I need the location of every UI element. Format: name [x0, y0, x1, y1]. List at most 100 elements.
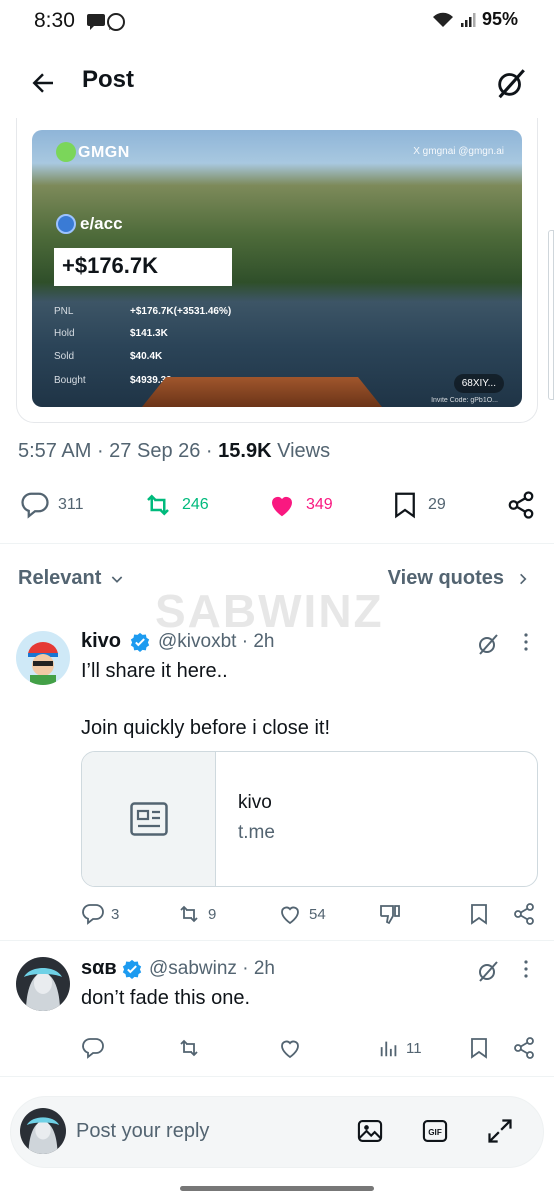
- back-button[interactable]: [28, 68, 58, 98]
- repost-count: 9: [208, 905, 217, 923]
- battery-level: 95%: [481, 9, 518, 29]
- divider: [0, 940, 554, 941]
- views-count: 11: [406, 1039, 422, 1057]
- views-button[interactable]: 11: [378, 1036, 422, 1060]
- media-account: e/acc: [80, 214, 123, 233]
- repost-count: 246: [182, 496, 209, 513]
- pnl-headline: +$176.7K: [54, 248, 232, 286]
- grok-icon: [479, 634, 498, 655]
- media-brand: GMGN: [78, 144, 130, 161]
- share-icon: [514, 1037, 534, 1059]
- share-icon: [514, 903, 534, 925]
- reply-input[interactable]: Post your reply: [76, 1120, 209, 1143]
- reply-author-name[interactable]: sαв: [81, 957, 117, 980]
- reply-count: 311: [58, 496, 84, 513]
- link-thumbnail: [82, 752, 216, 886]
- stat-label: PNL: [54, 306, 74, 317]
- grok-button[interactable]: [476, 632, 500, 656]
- add-gif-button[interactable]: GIF: [421, 1117, 449, 1145]
- downvote-button[interactable]: [378, 902, 402, 926]
- heart-icon: [281, 1040, 299, 1059]
- like-button[interactable]: [277, 1036, 303, 1060]
- chevron-down-icon: [112, 575, 123, 583]
- reply-author-name[interactable]: kivo: [81, 630, 121, 653]
- views-label: Views: [277, 440, 331, 462]
- post-date: 27 Sep 26: [109, 440, 201, 462]
- bar-chart-icon: [380, 1041, 397, 1057]
- reply-button[interactable]: 3: [81, 902, 119, 926]
- reply-button[interactable]: 311: [20, 490, 84, 520]
- grok-icon: [498, 69, 525, 99]
- wifi-icon: [432, 12, 454, 28]
- bookmark-icon: [471, 1038, 487, 1059]
- link-domain: t.me: [238, 822, 275, 843]
- gif-icon: GIF: [422, 1120, 448, 1142]
- expand-icon: [488, 1119, 512, 1143]
- thumbs-down-icon: [380, 905, 400, 925]
- share-icon: [508, 491, 534, 519]
- post-image[interactable]: GMGN X gmgnai @gmgn.ai e/acc +$176.7K PN…: [32, 130, 522, 407]
- stat-value: $40.4K: [130, 351, 163, 362]
- divider: [0, 1076, 554, 1077]
- repost-icon: [180, 1039, 198, 1057]
- sort-label: Relevant: [18, 567, 102, 589]
- like-button[interactable]: 349: [266, 490, 333, 520]
- bookmark-button[interactable]: [467, 902, 491, 926]
- grok-button[interactable]: [476, 959, 500, 983]
- reply-button[interactable]: [81, 1036, 105, 1060]
- reply-time: 2h: [253, 958, 275, 979]
- view-quotes-link[interactable]: View quotes: [388, 567, 530, 590]
- account-avatar: [56, 214, 76, 234]
- chevron-right-icon: [520, 573, 527, 584]
- heart-icon: [281, 906, 299, 925]
- repost-button[interactable]: 246: [142, 490, 209, 520]
- reply-text: I’ll share it here..: [81, 660, 228, 682]
- reply-handle: @kivoxbt · 2h: [158, 631, 275, 652]
- home-indicator[interactable]: [180, 1186, 374, 1191]
- sort-dropdown[interactable]: Relevant: [18, 567, 125, 590]
- stat-value: $141.3K: [130, 328, 168, 339]
- bookmark-button[interactable]: 29: [390, 490, 446, 520]
- stat-label: Sold: [54, 351, 75, 362]
- reply-icon: [21, 492, 49, 519]
- share-button[interactable]: [512, 1036, 536, 1060]
- more-vertical-icon: [524, 633, 528, 651]
- gmgn-logo: [56, 142, 76, 162]
- media-handles: X gmgnai @gmgn.ai: [413, 146, 504, 157]
- repost-button[interactable]: 9: [176, 902, 216, 926]
- verified-badge-icon: [130, 632, 150, 652]
- chat-icon: [86, 12, 126, 32]
- grok-button[interactable]: [494, 66, 528, 100]
- repost-icon: [147, 494, 169, 516]
- scrollbar[interactable]: [548, 230, 554, 400]
- bookmark-icon: [471, 904, 487, 925]
- bookmark-count: 29: [428, 496, 446, 513]
- add-image-button[interactable]: [356, 1117, 384, 1145]
- avatar[interactable]: [16, 631, 70, 685]
- like-count: 54: [309, 905, 326, 923]
- status-indicators: 95%: [432, 9, 518, 30]
- reply-text: don’t fade this one.: [81, 987, 251, 1009]
- share-button[interactable]: [512, 902, 536, 926]
- link-preview-card[interactable]: kivo t.me: [81, 751, 538, 887]
- like-button[interactable]: 54: [277, 902, 326, 926]
- share-button[interactable]: [506, 490, 536, 520]
- image-icon: [357, 1120, 383, 1142]
- reply-time: 2h: [253, 631, 275, 652]
- svg-text:GIF: GIF: [428, 1128, 442, 1137]
- article-icon: [130, 802, 168, 836]
- avatar[interactable]: [16, 957, 70, 1011]
- bookmark-button[interactable]: [467, 1036, 491, 1060]
- stat-label: Hold: [54, 328, 75, 339]
- bookmark-icon: [395, 492, 415, 519]
- more-options-button[interactable]: [518, 959, 534, 979]
- view-quotes-label: View quotes: [387, 567, 504, 589]
- more-options-button[interactable]: [518, 632, 534, 652]
- status-time: 8:30: [34, 9, 75, 32]
- post-meta: 5:57 AM · 27 Sep 26 · 15.9K Views: [18, 440, 331, 462]
- repost-button[interactable]: [176, 1036, 202, 1060]
- stat-value: +$176.7K(+3531.46%): [130, 306, 232, 317]
- more-vertical-icon: [524, 960, 528, 978]
- grok-icon: [479, 961, 498, 982]
- expand-composer-button[interactable]: [486, 1117, 514, 1145]
